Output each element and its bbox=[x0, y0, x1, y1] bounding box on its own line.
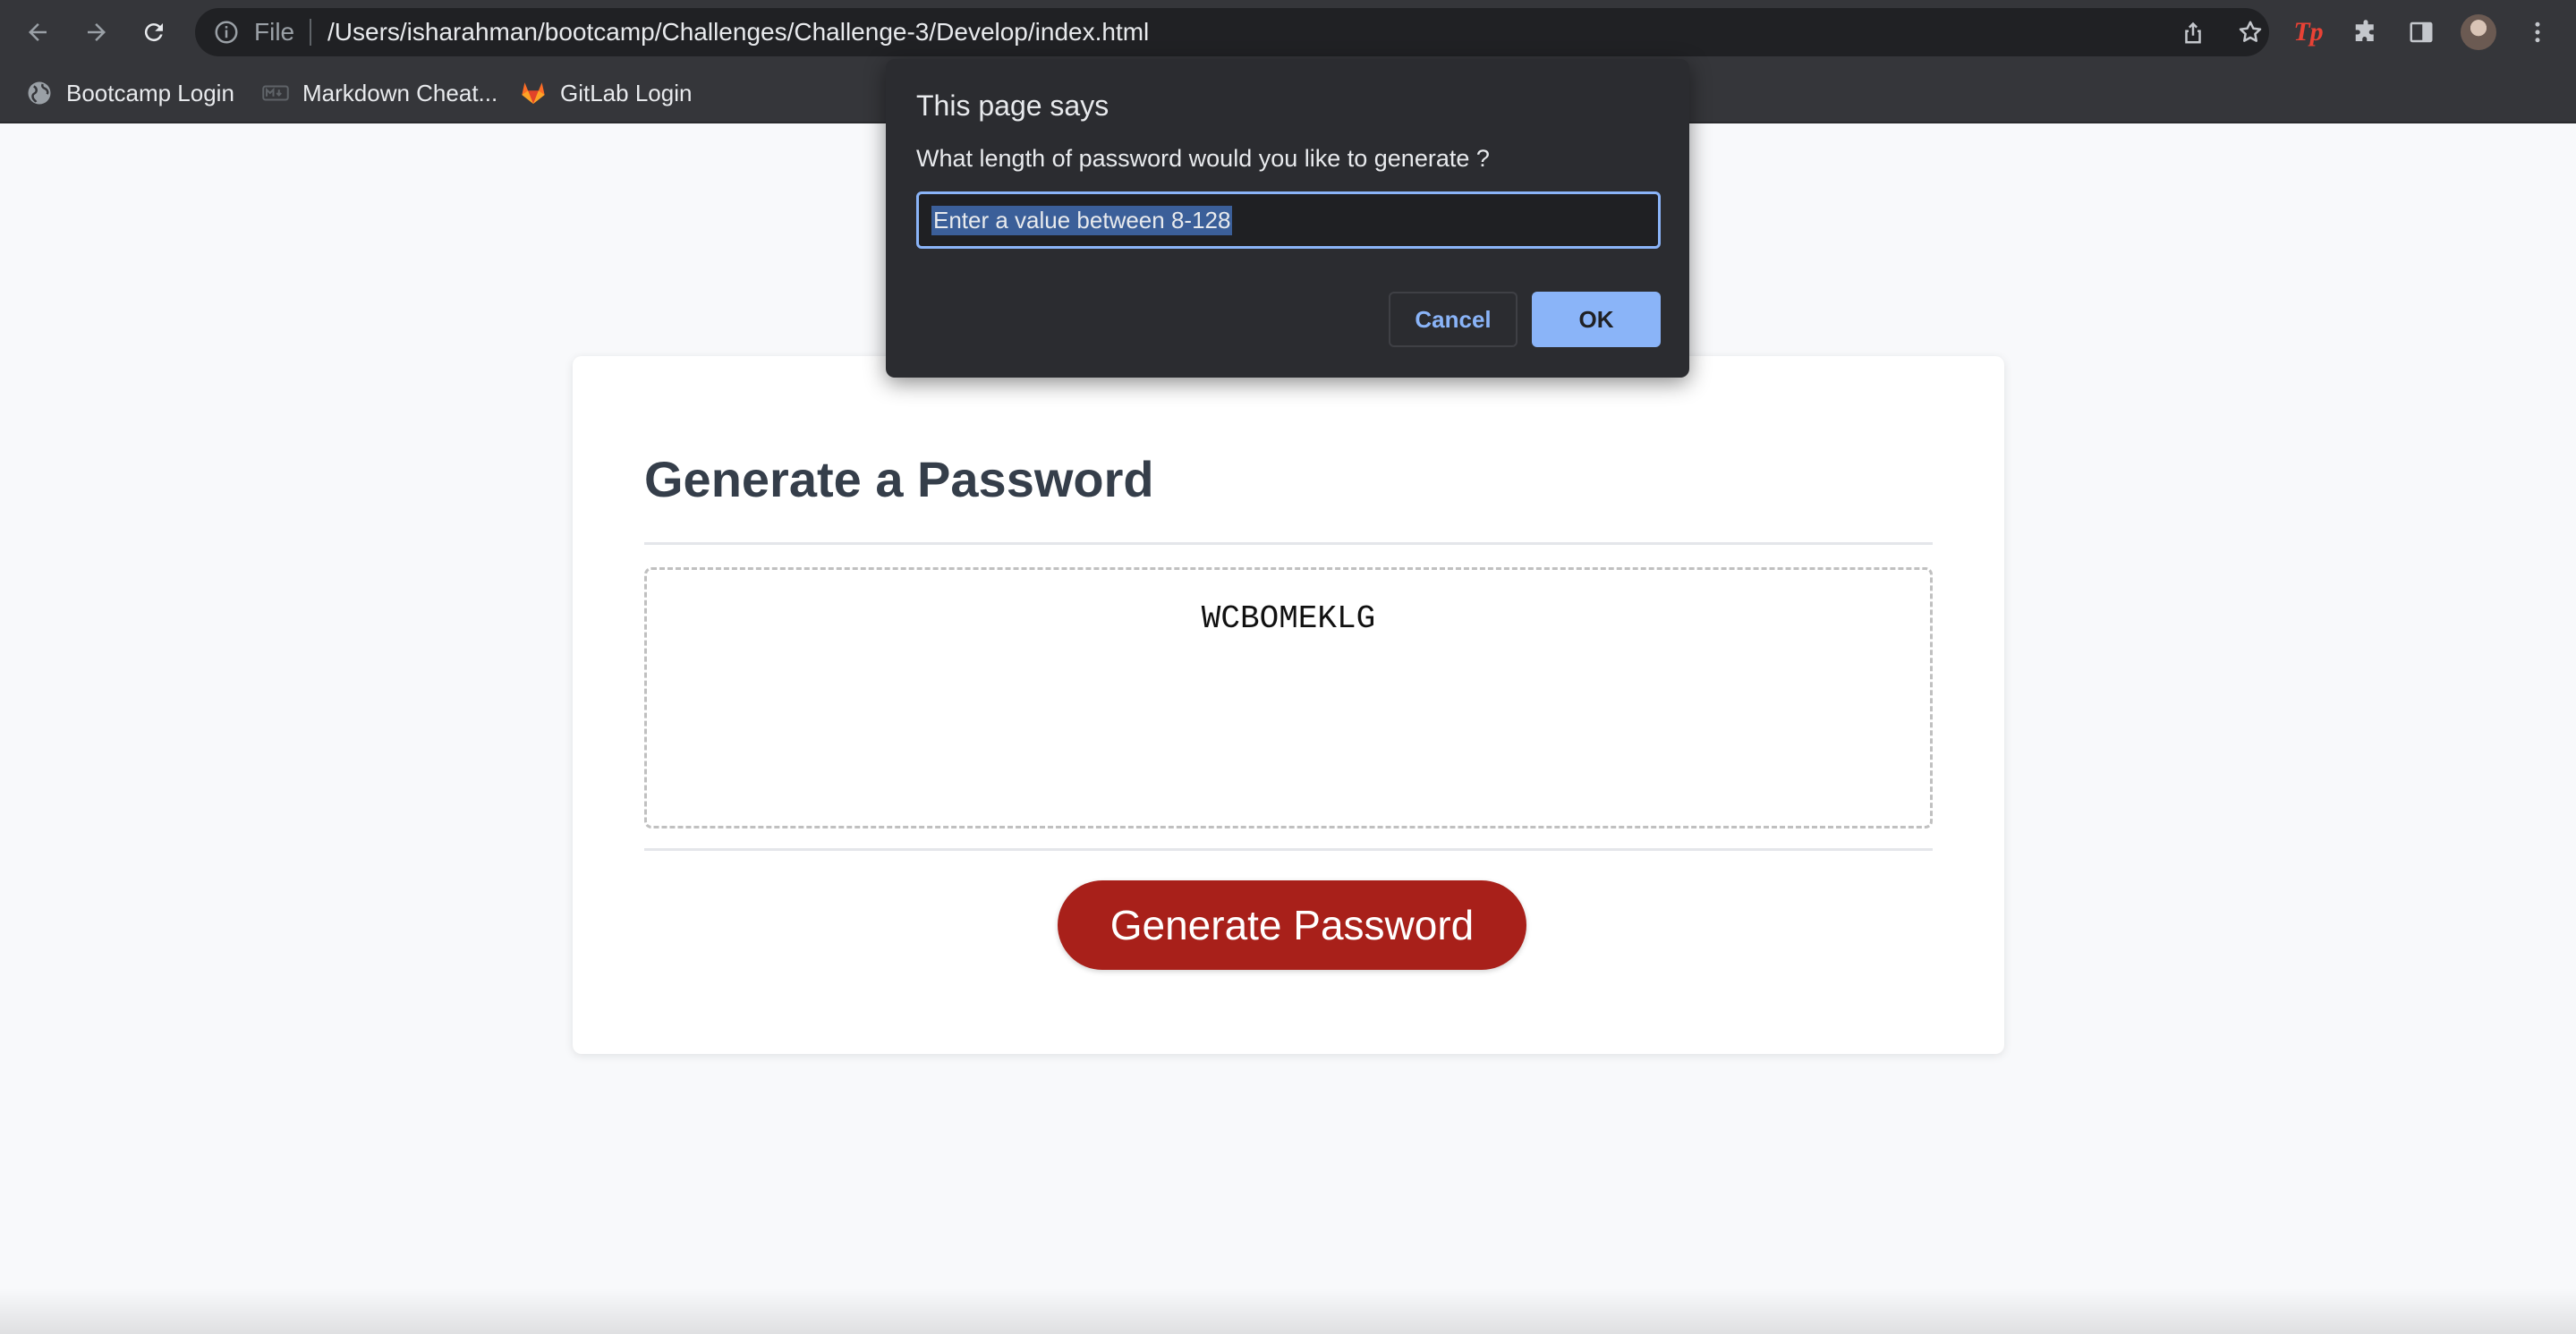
back-arrow-icon[interactable] bbox=[18, 13, 57, 52]
bookmark-label: GitLab Login bbox=[560, 79, 693, 106]
profile-avatar[interactable] bbox=[2461, 14, 2496, 50]
page-title: Generate a Password bbox=[644, 451, 1154, 507]
globe-icon bbox=[25, 79, 54, 107]
bookmark-markdown-cheat[interactable]: Markdown Cheat... bbox=[261, 75, 497, 111]
dialog-input[interactable]: Enter a value between 8-128 bbox=[916, 191, 1661, 249]
share-icon[interactable] bbox=[2180, 19, 2206, 46]
bookmark-gitlab-login[interactable]: GitLab Login bbox=[519, 75, 692, 111]
tp-extension-icon[interactable]: Tp bbox=[2292, 16, 2325, 48]
kebab-menu-icon[interactable] bbox=[2521, 16, 2554, 48]
password-card: Generate a Password WCBOMEKLG Generate P… bbox=[573, 356, 2004, 1054]
dialog-title: This page says bbox=[916, 89, 1109, 122]
dialog-message: What length of password would you like t… bbox=[916, 145, 1490, 172]
reload-icon[interactable] bbox=[134, 13, 174, 52]
bottom-shadow bbox=[0, 1288, 2576, 1334]
info-icon[interactable] bbox=[213, 19, 240, 46]
generated-password: WCBOMEKLG bbox=[1201, 600, 1376, 637]
puzzle-icon[interactable] bbox=[2350, 16, 2382, 48]
prompt-dialog: This page says What length of password w… bbox=[886, 59, 1689, 378]
gitlab-icon bbox=[519, 79, 548, 107]
markdown-icon bbox=[261, 79, 290, 107]
star-icon[interactable] bbox=[2237, 19, 2264, 46]
bookmark-label: Markdown Cheat... bbox=[302, 79, 498, 106]
side-panel-icon[interactable] bbox=[2405, 16, 2437, 48]
footer-divider bbox=[644, 848, 1933, 851]
dialog-input-value: Enter a value between 8-128 bbox=[931, 205, 1233, 235]
bookmark-bootcamp-login[interactable]: Bootcamp Login bbox=[25, 75, 234, 111]
password-textarea[interactable]: WCBOMEKLG bbox=[644, 567, 1933, 828]
browser-toolbar: File /Users/isharahman/bootcamp/Challeng… bbox=[0, 0, 2576, 66]
generate-password-button[interactable]: Generate Password bbox=[1058, 880, 1526, 970]
bookmark-label: Bootcamp Login bbox=[66, 79, 234, 106]
scheme-label: File bbox=[254, 18, 295, 46]
header-divider bbox=[644, 542, 1933, 545]
ok-button[interactable]: OK bbox=[1532, 292, 1661, 347]
address-bar[interactable]: File /Users/isharahman/bootcamp/Challeng… bbox=[195, 8, 2269, 56]
url-text[interactable]: /Users/isharahman/bootcamp/Challenges/Ch… bbox=[327, 18, 1149, 47]
cancel-button[interactable]: Cancel bbox=[1389, 292, 1518, 347]
omnibox-separator bbox=[310, 19, 311, 46]
forward-arrow-icon[interactable] bbox=[77, 13, 116, 52]
